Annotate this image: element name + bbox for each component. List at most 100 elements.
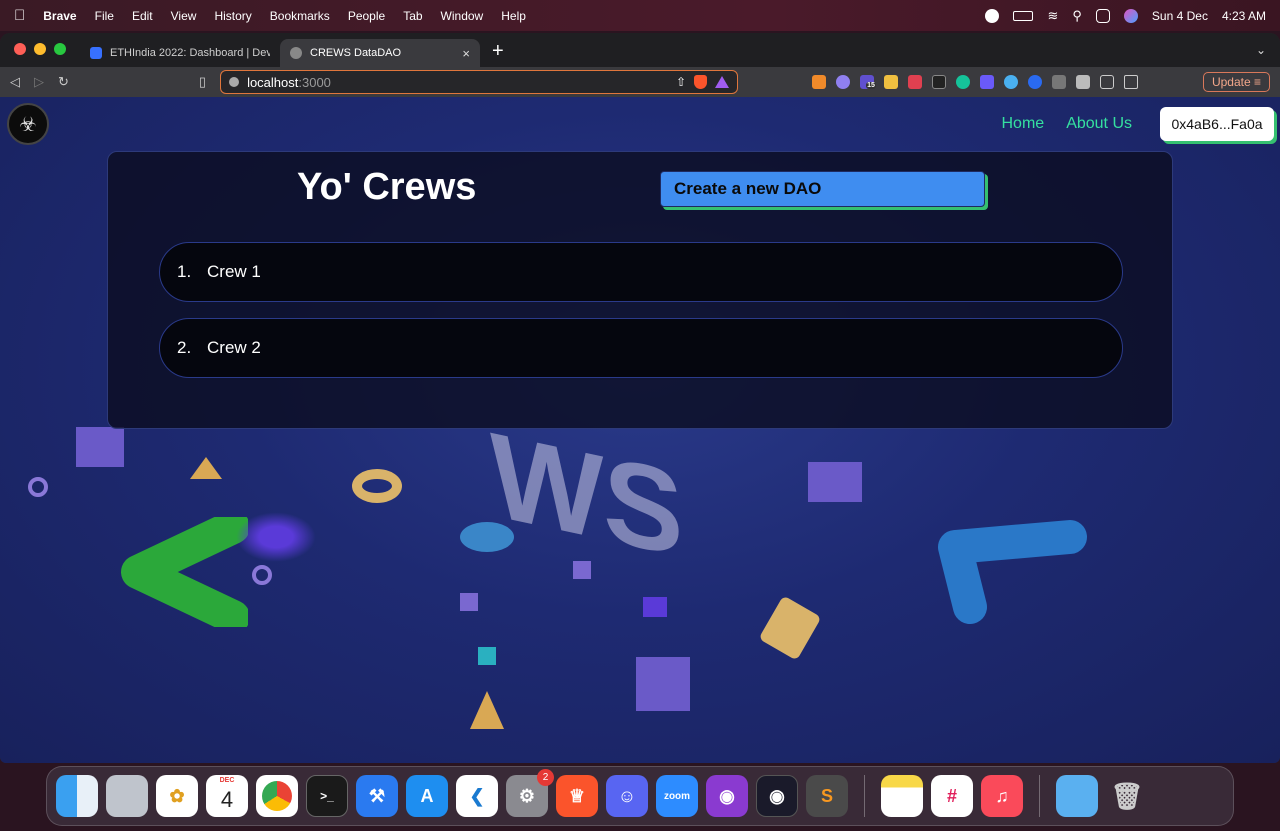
menu-people[interactable]: People bbox=[348, 9, 385, 23]
background-pyramid bbox=[190, 457, 222, 479]
notion-extension-icon[interactable] bbox=[1052, 75, 1067, 89]
menu-view[interactable]: View bbox=[171, 9, 197, 23]
puzzle-extensions-icon[interactable] bbox=[1076, 75, 1091, 89]
zoom-icon[interactable]: zoom bbox=[656, 775, 698, 817]
crew-number: 1. bbox=[177, 262, 192, 281]
xcode-icon[interactable]: ⚒ bbox=[356, 775, 398, 817]
grammarly-extension-icon[interactable] bbox=[956, 75, 971, 89]
site-info-icon[interactable] bbox=[229, 77, 240, 87]
sidebar-toggle-icon[interactable] bbox=[1100, 75, 1115, 89]
chrome-icon[interactable] bbox=[256, 775, 298, 817]
brave-icon[interactable]: ♕ bbox=[556, 775, 598, 817]
tab-devfolio[interactable]: ETHIndia 2022: Dashboard | Devfolio bbox=[80, 39, 280, 67]
minimize-window-button[interactable] bbox=[34, 43, 46, 55]
notes-icon[interactable] bbox=[881, 775, 923, 817]
extension-icon[interactable] bbox=[1028, 75, 1043, 89]
zoom-window-button[interactable] bbox=[54, 43, 66, 55]
extension-icon[interactable] bbox=[836, 75, 851, 89]
photos-icon[interactable]: ✿ bbox=[156, 775, 198, 817]
spotlight-search-icon[interactable]: ⚲ bbox=[1072, 8, 1082, 24]
close-window-button[interactable] bbox=[14, 43, 26, 55]
metamask-extension-icon[interactable] bbox=[812, 75, 827, 89]
siri-icon[interactable] bbox=[1123, 8, 1138, 23]
extension-icon[interactable] bbox=[980, 75, 995, 89]
apple-menu-icon[interactable]:  bbox=[14, 7, 25, 24]
menu-bookmarks[interactable]: Bookmarks bbox=[270, 9, 330, 23]
background-ring bbox=[352, 469, 402, 503]
finder-icon[interactable] bbox=[56, 775, 98, 817]
background-ws-letters: WS bbox=[490, 407, 684, 583]
bookmark-icon[interactable]: ▯ bbox=[199, 74, 206, 90]
crew-name: Crew 2 bbox=[207, 338, 261, 357]
background-blocks bbox=[76, 427, 124, 467]
nav-about-link[interactable]: About Us bbox=[1066, 115, 1132, 133]
sublime-text-icon[interactable]: S bbox=[806, 775, 848, 817]
background-ring bbox=[252, 565, 272, 585]
new-tab-button[interactable]: + bbox=[492, 40, 504, 63]
extension-with-badge-icon[interactable]: 15 bbox=[860, 75, 876, 89]
background-blocks bbox=[636, 657, 690, 711]
share-icon[interactable]: ⇧ bbox=[676, 75, 686, 89]
slack-icon[interactable]: # bbox=[931, 775, 973, 817]
menu-history[interactable]: History bbox=[214, 9, 251, 23]
update-button[interactable]: Update ≡ bbox=[1202, 72, 1270, 92]
address-bar[interactable]: localhost:3000 ⇧ bbox=[220, 70, 739, 94]
create-dao-button[interactable]: Create a new DAO bbox=[660, 171, 985, 207]
terminal-icon[interactable]: >_ bbox=[306, 775, 348, 817]
crew-list-item[interactable]: 2. Crew 2 bbox=[159, 318, 1123, 378]
grammarly-status-icon[interactable] bbox=[985, 8, 1000, 23]
crews-logo[interactable]: ☣ bbox=[7, 103, 49, 145]
menu-window[interactable]: Window bbox=[441, 9, 484, 23]
app-store-icon[interactable]: A bbox=[406, 775, 448, 817]
tab-strip: ETHIndia 2022: Dashboard | Devfolio CREW… bbox=[0, 33, 1280, 67]
background-ring bbox=[28, 477, 48, 497]
brave-rewards-icon[interactable] bbox=[715, 76, 730, 88]
menu-help[interactable]: Help bbox=[501, 9, 526, 23]
menubar-time[interactable]: 4:23 AM bbox=[1222, 9, 1266, 23]
menu-tab[interactable]: Tab bbox=[403, 9, 422, 23]
downloads-folder-icon[interactable] bbox=[1056, 775, 1098, 817]
background-drone bbox=[236, 512, 316, 562]
wallet-icon[interactable] bbox=[1124, 75, 1139, 89]
lock-extension-icon[interactable] bbox=[908, 75, 923, 89]
reload-icon[interactable]: ↻ bbox=[58, 74, 69, 90]
github-desktop-icon[interactable]: ◉ bbox=[706, 775, 748, 817]
extension-icon[interactable] bbox=[932, 75, 947, 89]
tab-crews-datadao[interactable]: CREWS DataDAO × bbox=[280, 39, 480, 67]
menu-file[interactable]: File bbox=[95, 9, 114, 23]
calendar-icon[interactable]: DEC 4 bbox=[206, 775, 248, 817]
close-tab-icon[interactable]: × bbox=[462, 46, 470, 61]
wifi-icon[interactable]: ≋ bbox=[1047, 8, 1058, 24]
background-cube bbox=[460, 593, 478, 611]
wallet-address-button[interactable]: 0x4aB6...Fa0a bbox=[1160, 107, 1274, 141]
calendar-month: DEC bbox=[219, 777, 235, 784]
crew-list: 1. Crew 1 2. Crew 2 bbox=[159, 242, 1123, 394]
extension-icon[interactable] bbox=[1004, 75, 1019, 89]
music-icon[interactable]: ♫ bbox=[981, 775, 1023, 817]
dock-separator bbox=[1039, 775, 1040, 817]
trash-icon[interactable]: 🗑 bbox=[1106, 775, 1148, 817]
back-icon[interactable]: ◁ bbox=[10, 74, 20, 90]
vscode-icon[interactable]: ❮ bbox=[456, 775, 498, 817]
obs-icon[interactable]: ◉ bbox=[756, 775, 798, 817]
brave-shields-icon[interactable] bbox=[694, 75, 708, 89]
system-preferences-icon[interactable]: ⚙ 2 bbox=[506, 769, 554, 817]
discord-icon[interactable]: ☺ bbox=[606, 775, 648, 817]
tab-search-chevron-icon[interactable]: ⌄ bbox=[1256, 43, 1266, 57]
crew-number: 2. bbox=[177, 338, 192, 357]
browser-window: ETHIndia 2022: Dashboard | Devfolio CREW… bbox=[0, 33, 1280, 763]
tab-title: CREWS DataDAO bbox=[310, 47, 402, 59]
nav-home-link[interactable]: Home bbox=[1002, 115, 1045, 133]
extension-icon[interactable] bbox=[884, 75, 899, 89]
crew-list-item[interactable]: 1. Crew 1 bbox=[159, 242, 1123, 302]
menubar-date[interactable]: Sun 4 Dec bbox=[1152, 9, 1208, 23]
control-center-icon[interactable] bbox=[1095, 8, 1110, 23]
menu-edit[interactable]: Edit bbox=[132, 9, 153, 23]
settings-badge: 2 bbox=[537, 769, 554, 786]
launchpad-icon[interactable] bbox=[106, 775, 148, 817]
url-port: :3000 bbox=[298, 74, 331, 90]
app-name-menu[interactable]: Brave bbox=[43, 9, 76, 23]
battery-icon[interactable] bbox=[1013, 10, 1034, 21]
forward-icon[interactable]: ▷ bbox=[34, 74, 44, 90]
macos-menu-bar:  Brave File Edit View History Bookmarks… bbox=[0, 0, 1280, 31]
